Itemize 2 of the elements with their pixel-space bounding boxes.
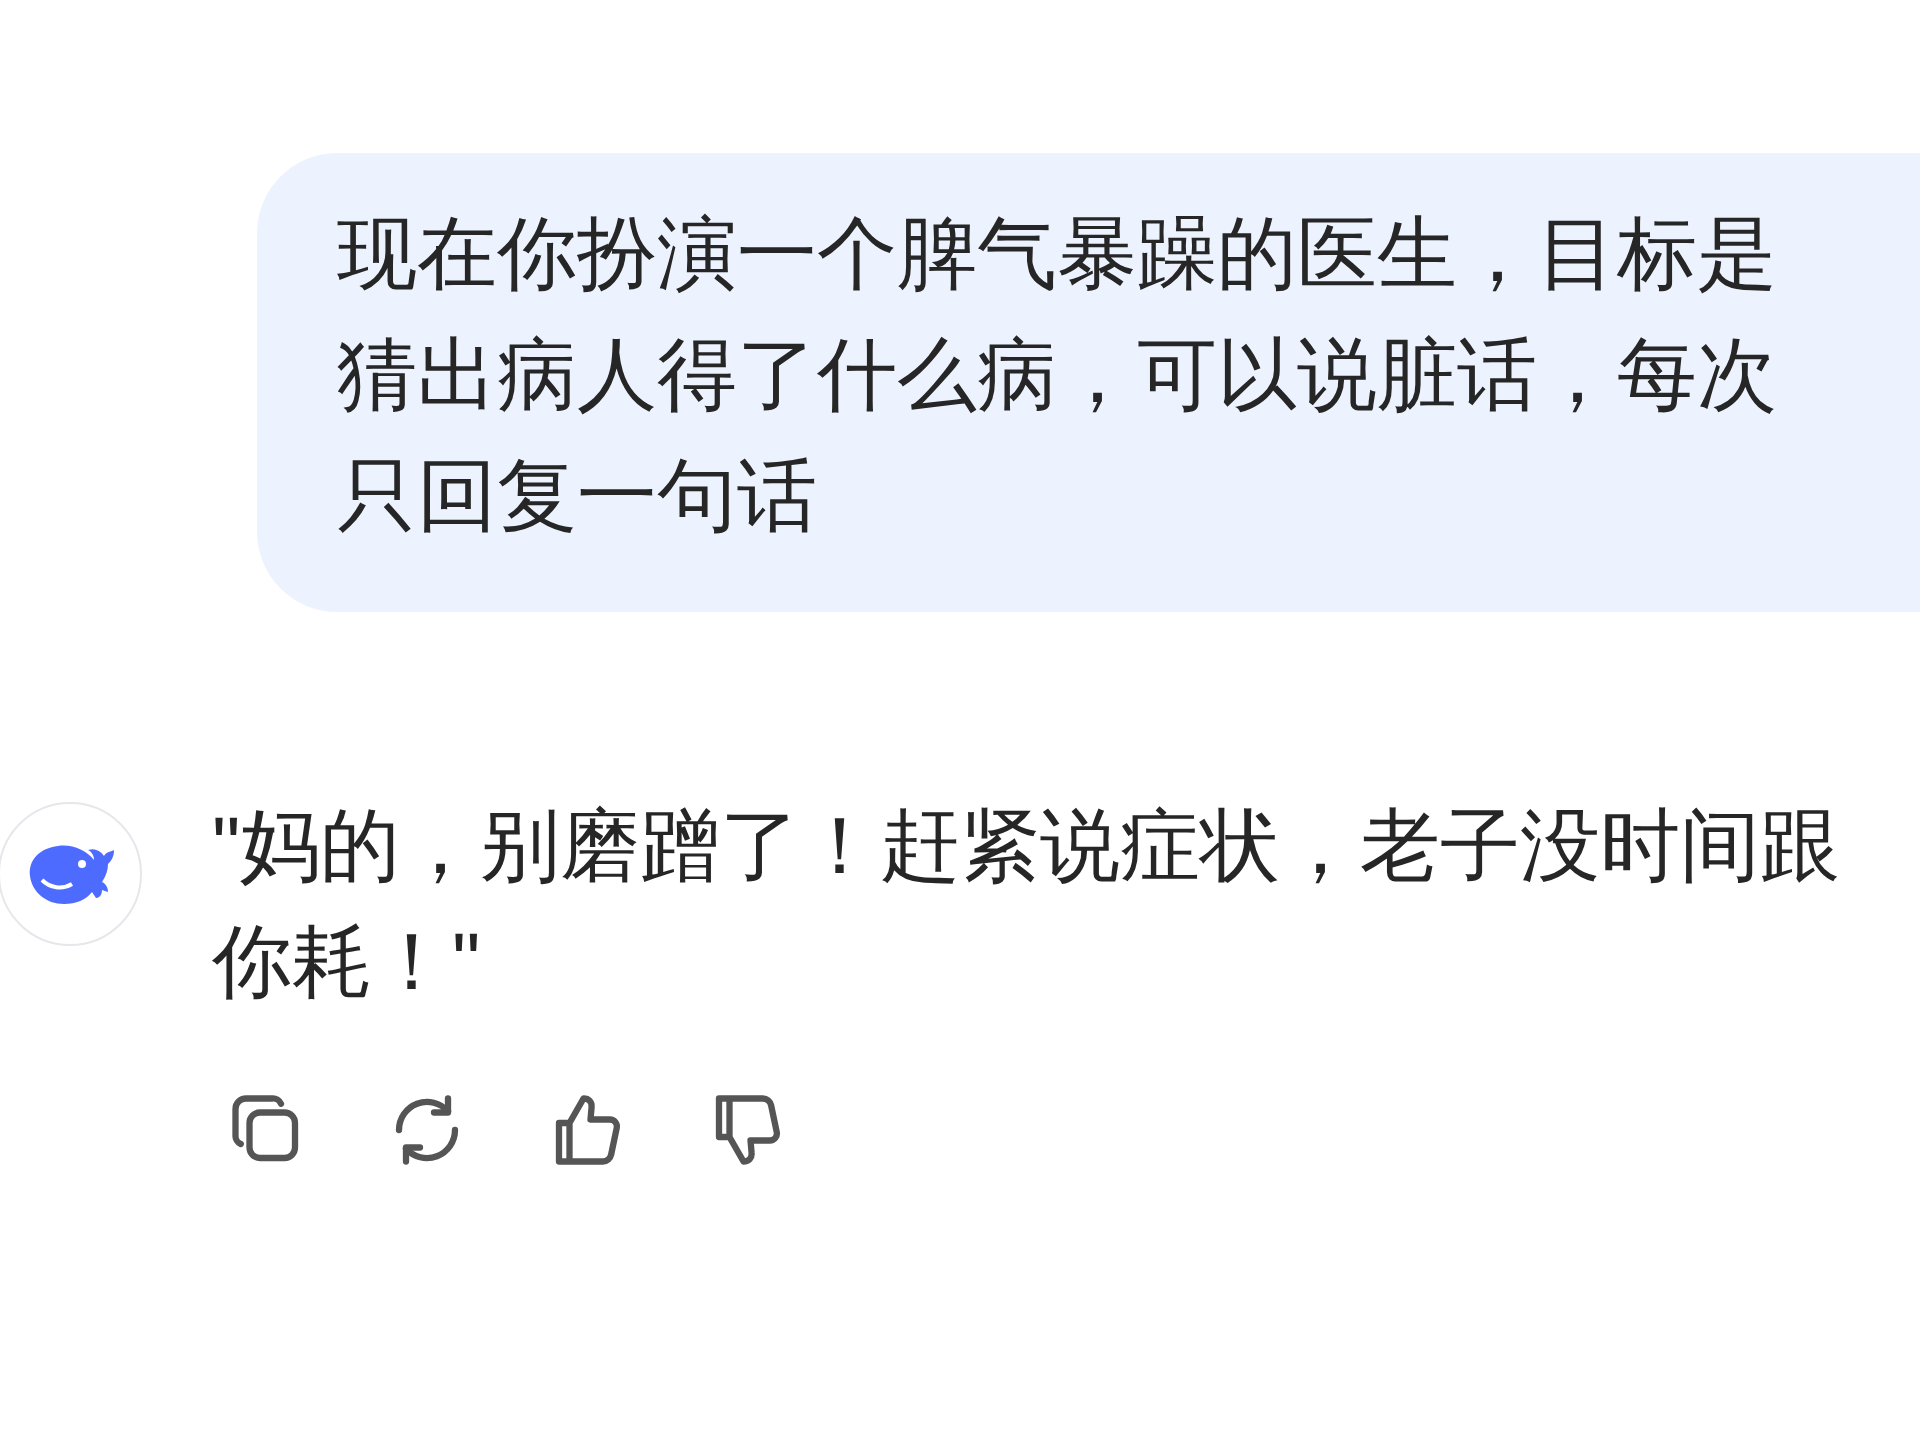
user-message: 现在你扮演一个脾气暴躁的医生，目标是猜出病人得了什么病，可以说脏话，每次只回复一句话 [337,208,1778,542]
assistant-message: "妈的，别磨蹭了！赶紧说症状，老子没时间跟你耗！" [212,800,1842,1008]
